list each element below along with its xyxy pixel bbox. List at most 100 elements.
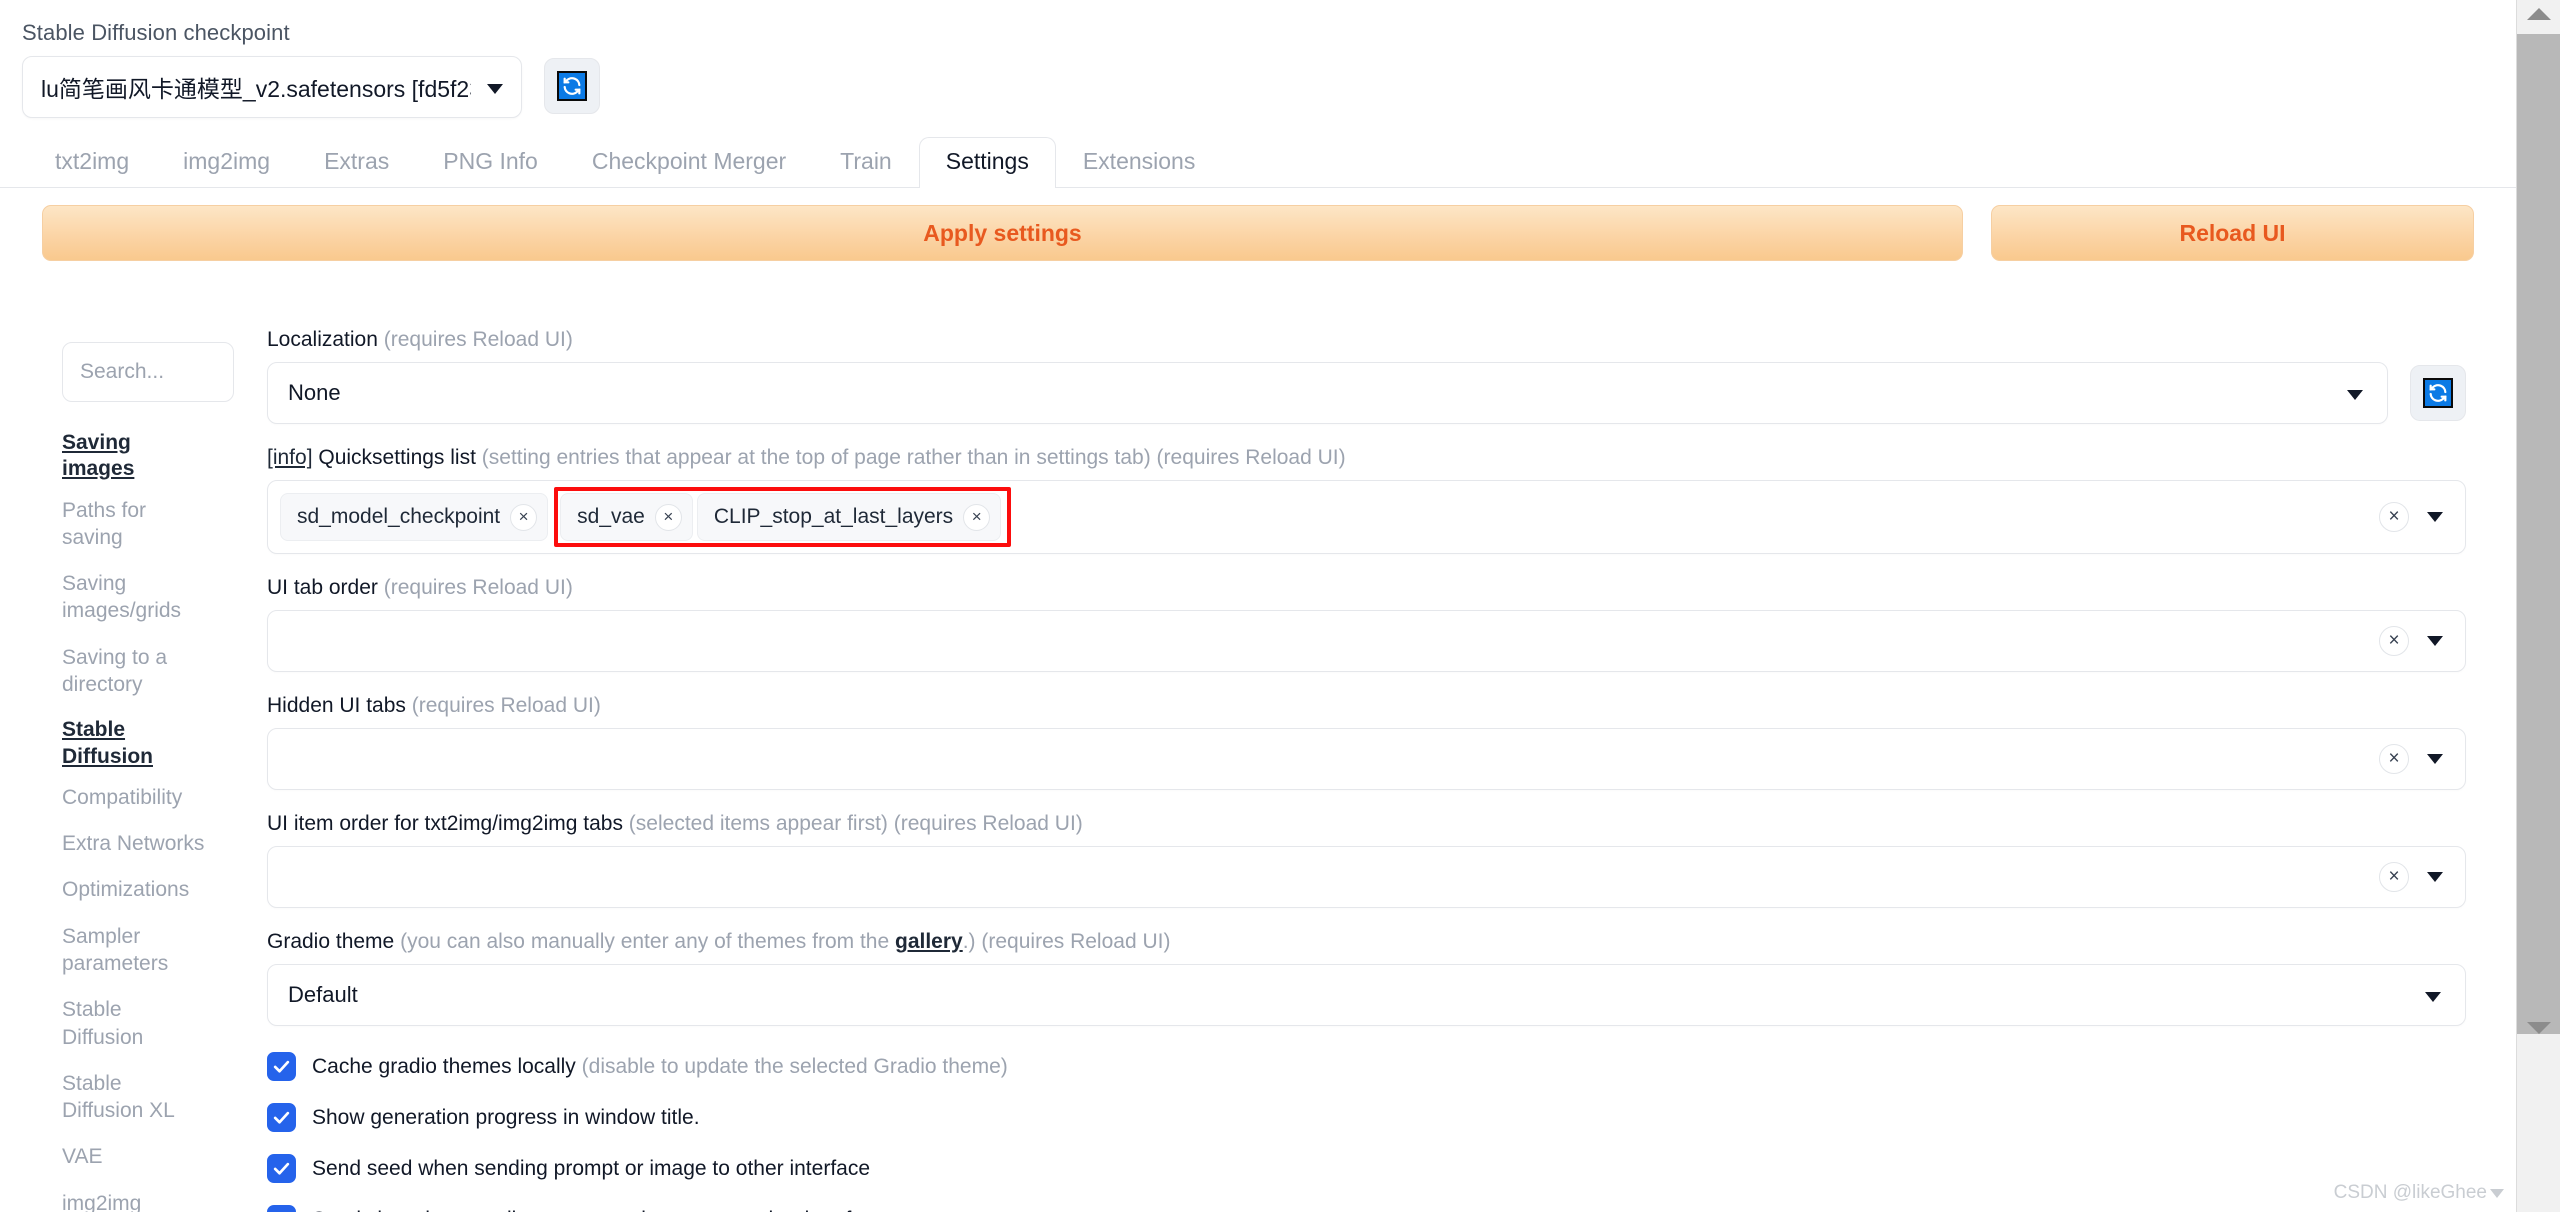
checkbox-checked-icon[interactable] [267, 1103, 296, 1132]
checkbox-label: Show generation progress in window title… [312, 1106, 700, 1130]
refresh-icon [2423, 378, 2453, 408]
checkbox-label-text: Send size when sending prompt or image t… [312, 1208, 885, 1212]
chevron-down-icon [2347, 390, 2363, 400]
tab-extensions[interactable]: Extensions [1056, 137, 1223, 188]
token-sd-model-checkpoint[interactable]: sd_model_checkpoint × [280, 493, 549, 541]
refresh-icon [557, 71, 587, 101]
ui-tab-order-hint: (requires Reload UI) [383, 576, 573, 599]
hidden-ui-tabs-label-text: Hidden UI tabs [267, 694, 406, 717]
tab-txt2img[interactable]: txt2img [28, 137, 156, 188]
clear-all-icon[interactable]: × [2379, 744, 2409, 774]
chevron-down-icon [2425, 992, 2441, 1002]
sidebar-item-extra-networks[interactable]: Extra Networks [62, 830, 205, 857]
watermark: CSDN @likeGhee [2334, 1182, 2504, 1204]
checkbox-row-send-seed[interactable]: Send seed when sending prompt or image t… [267, 1154, 2466, 1183]
checkbox-row-cache-gradio-themes[interactable]: Cache gradio themes locally (disable to … [267, 1052, 2466, 1081]
hidden-ui-tabs-multiselect[interactable]: × [267, 728, 2466, 790]
gallery-link[interactable]: gallery [895, 930, 963, 953]
tab-png-info[interactable]: PNG Info [416, 137, 565, 188]
apply-settings-button[interactable]: Apply settings [42, 205, 1963, 261]
sidebar-item-compatibility[interactable]: Compatibility [62, 784, 205, 811]
field-gradio-theme: Gradio theme (you can also manually ente… [267, 930, 2466, 1026]
checkpoint-select[interactable]: lu简笔画风卡通模型_v2.safetensors [fd5f23ad [22, 56, 522, 118]
checkbox-label-text: Cache gradio themes locally [312, 1054, 576, 1078]
tab-train[interactable]: Train [813, 137, 919, 188]
ui-item-order-multiselect[interactable]: × [267, 846, 2466, 908]
sidebar-item-optimizations[interactable]: Optimizations [62, 876, 205, 903]
caret-down-icon [2490, 1188, 2504, 1198]
refresh-localization-button[interactable] [2410, 365, 2466, 421]
ui-item-order-label: UI item order for txt2img/img2img tabs (… [267, 812, 2466, 836]
hidden-ui-tabs-label: Hidden UI tabs (requires Reload UI) [267, 694, 2466, 718]
tab-img2img[interactable]: img2img [156, 137, 297, 188]
field-ui-tab-order: UI tab order (requires Reload UI) × [267, 576, 2466, 672]
sidebar-item-saving-to-a-directory[interactable]: Saving to a directory [62, 644, 205, 699]
localization-label: Localization (requires Reload UI) [267, 328, 2466, 352]
localization-select[interactable]: None [267, 362, 2388, 424]
quicksettings-hint: (setting entries that appear at the top … [481, 446, 1346, 469]
token-label: sd_model_checkpoint [297, 505, 501, 528]
chevron-down-icon[interactable] [2427, 512, 2443, 522]
remove-token-icon[interactable]: × [963, 503, 991, 531]
checkbox-checked-icon[interactable] [267, 1154, 296, 1183]
sidebar-item-paths-for-saving[interactable]: Paths for saving [62, 497, 205, 552]
checkbox-hint: (disable to update the selected Gradio t… [581, 1054, 1008, 1078]
sidebar-item-saving-images-grids[interactable]: Saving images/grids [62, 570, 205, 625]
localization-value: None [288, 380, 341, 405]
sidebar-item-img2img[interactable]: img2img [62, 1190, 205, 1212]
localization-label-text: Localization [267, 328, 378, 351]
ui-item-order-hint: (selected items appear first) (requires … [628, 812, 1083, 835]
scroll-down-icon[interactable] [2526, 1022, 2551, 1034]
sidebar-group-stable-diffusion[interactable]: Stable Diffusion [62, 717, 205, 770]
main-tabbar: txt2img img2img Extras PNG Info Checkpoi… [0, 135, 2516, 188]
sidebar-item-vae[interactable]: VAE [62, 1143, 205, 1170]
checkbox-checked-icon[interactable] [267, 1205, 296, 1212]
checkbox-checked-icon[interactable] [267, 1052, 296, 1081]
tab-checkpoint-merger[interactable]: Checkpoint Merger [565, 137, 813, 188]
field-ui-item-order: UI item order for txt2img/img2img tabs (… [267, 812, 2466, 908]
refresh-checkpoints-button[interactable] [544, 58, 600, 114]
checkpoint-label: Stable Diffusion checkpoint [22, 20, 290, 45]
scrollbar-thumb[interactable] [2517, 34, 2560, 1034]
gradio-theme-hint-post: .) (requires Reload UI) [962, 930, 1171, 953]
field-quicksettings: [info] Quicksettings list (setting entri… [267, 446, 2466, 554]
checkbox-label-text: Show generation progress in window title… [312, 1105, 700, 1129]
sidebar-item-stable-diffusion-xl[interactable]: Stable Diffusion XL [62, 1070, 205, 1125]
clear-all-icon[interactable]: × [2379, 626, 2409, 656]
remove-token-icon[interactable]: × [510, 503, 538, 531]
page-scrollbar[interactable] [2516, 0, 2560, 1212]
gradio-theme-label: Gradio theme (you can also manually ente… [267, 930, 2466, 954]
sidebar-item-stable-diffusion[interactable]: Stable Diffusion [62, 996, 205, 1051]
info-link[interactable]: [info] [267, 446, 313, 469]
chevron-down-icon[interactable] [2427, 754, 2443, 764]
chevron-down-icon[interactable] [2427, 872, 2443, 882]
remove-token-icon[interactable]: × [654, 503, 682, 531]
clear-all-icon[interactable]: × [2379, 862, 2409, 892]
field-hidden-ui-tabs: Hidden UI tabs (requires Reload UI) × [267, 694, 2466, 790]
token-clip-stop-at-last-layers[interactable]: CLIP_stop_at_last_layers × [696, 493, 1002, 541]
settings-actions: Apply settings Reload UI [0, 188, 2516, 278]
sidebar-item-sampler-parameters[interactable]: Sampler parameters [62, 923, 205, 978]
checkpoint-section: Stable Diffusion checkpoint lu简笔画风卡通模型_v… [22, 20, 600, 118]
scroll-up-icon[interactable] [2526, 8, 2551, 20]
checkbox-row-show-generation-progress[interactable]: Show generation progress in window title… [267, 1103, 2466, 1132]
checkbox-row-send-size[interactable]: Send size when sending prompt or image t… [267, 1205, 2466, 1212]
tab-extras[interactable]: Extras [297, 137, 416, 188]
ui-tab-order-label-text: UI tab order [267, 576, 378, 599]
gradio-theme-label-text: Gradio theme [267, 930, 395, 953]
chevron-down-icon [487, 84, 503, 94]
ui-tab-order-label: UI tab order (requires Reload UI) [267, 576, 2466, 600]
chevron-down-icon[interactable] [2427, 636, 2443, 646]
quicksettings-multiselect[interactable]: sd_model_checkpoint × sd_vae × CLIP_stop… [267, 480, 2466, 554]
tab-settings[interactable]: Settings [918, 137, 1056, 188]
reload-ui-button[interactable]: Reload UI [1991, 205, 2474, 261]
ui-tab-order-multiselect[interactable]: × [267, 610, 2466, 672]
ui-item-order-label-text: UI item order for txt2img/img2img tabs [267, 812, 623, 835]
field-localization: Localization (requires Reload UI) None [267, 328, 2466, 424]
token-label: CLIP_stop_at_last_layers [713, 505, 954, 528]
sidebar-group-saving-images[interactable]: Saving images [62, 430, 205, 483]
clear-all-icon[interactable]: × [2379, 502, 2409, 532]
token-sd-vae[interactable]: sd_vae × [560, 493, 693, 541]
gradio-theme-select[interactable]: Default [267, 964, 2466, 1026]
app-root: Stable Diffusion checkpoint lu简笔画风卡通模型_v… [0, 0, 2516, 1212]
